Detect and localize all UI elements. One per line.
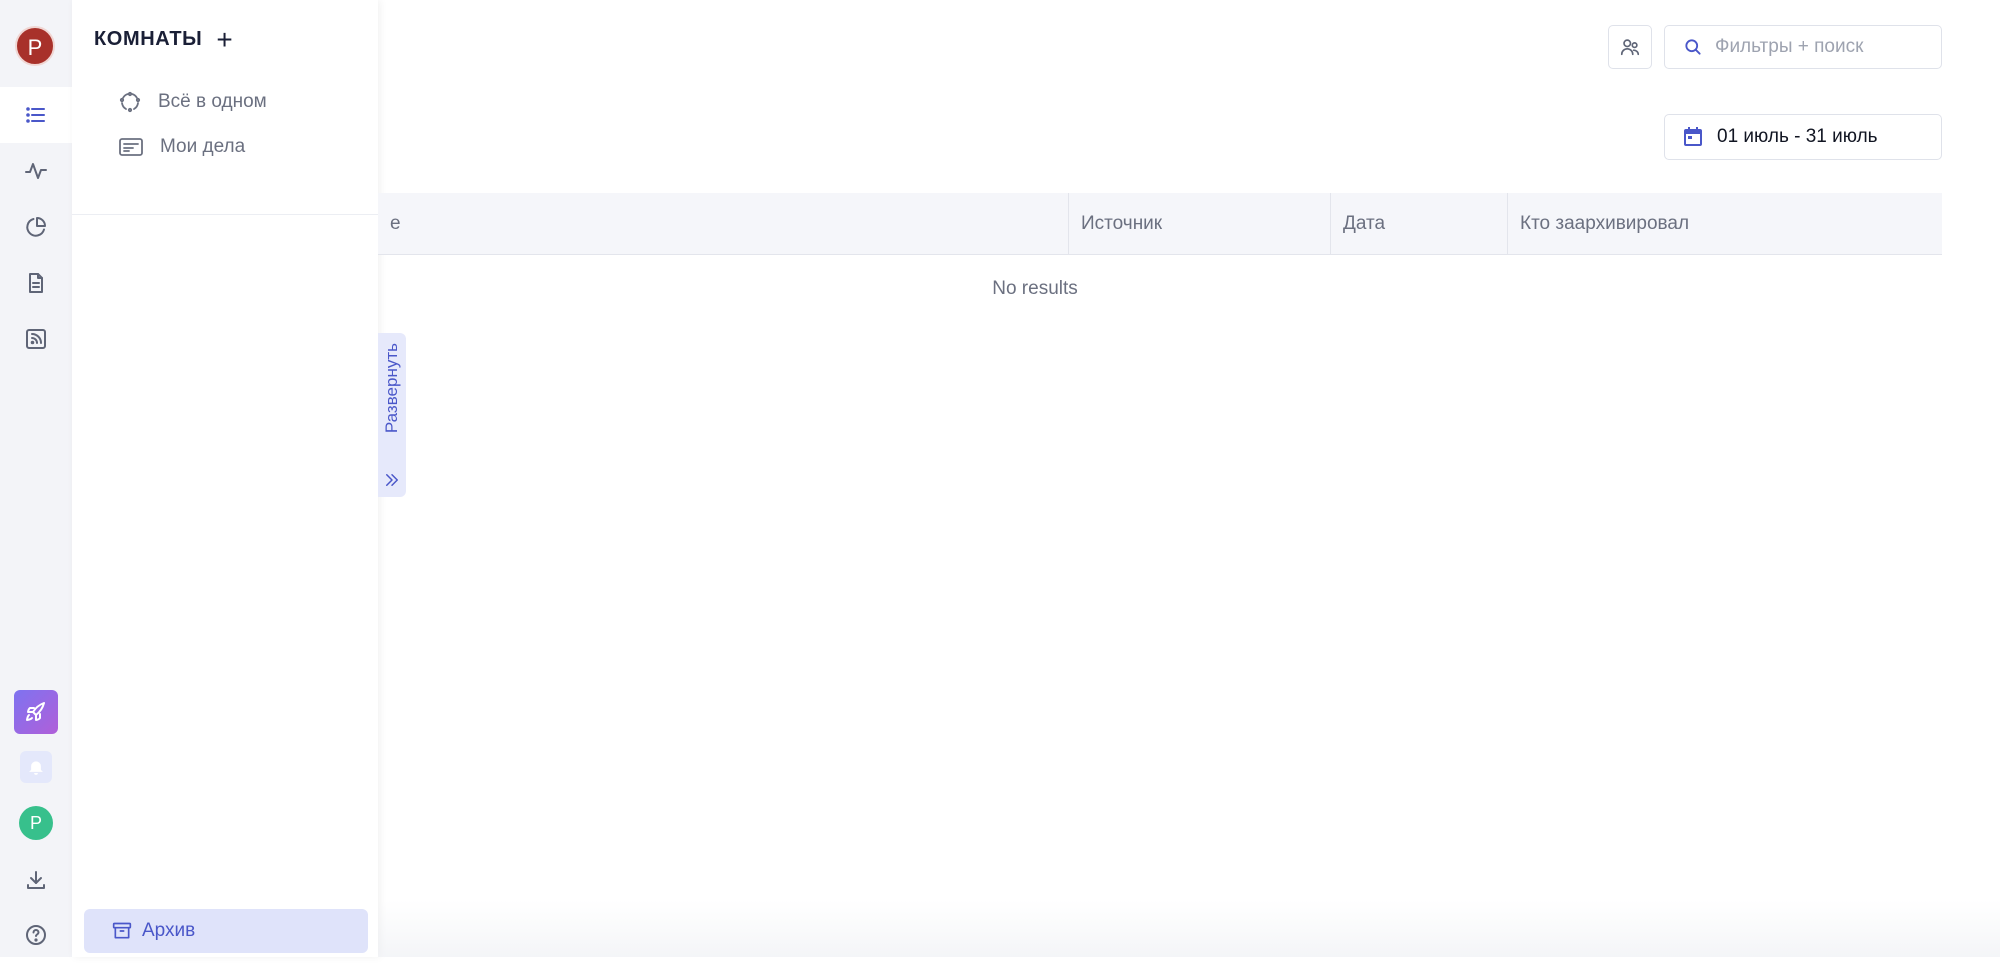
search-input[interactable] [1713, 35, 1917, 59]
launch-button[interactable] [14, 690, 58, 734]
analytics-nav-button[interactable] [0, 199, 72, 255]
column-header-date[interactable]: Дата [1330, 193, 1507, 254]
divider [72, 214, 378, 215]
search-box[interactable] [1664, 25, 1942, 69]
expand-panel-button[interactable]: Развернуть [378, 333, 406, 497]
rooms-header: КОМНАТЫ + [94, 25, 233, 53]
date-range-picker[interactable]: 01 июль - 31 июль [1664, 114, 1942, 160]
all-in-one-icon [119, 91, 141, 113]
list-icon [26, 107, 45, 123]
feed-nav-button[interactable] [0, 311, 72, 367]
activity-icon [25, 163, 47, 179]
activity-nav-button[interactable] [0, 143, 72, 199]
archive-icon [112, 922, 132, 939]
calendar-icon [1684, 127, 1702, 146]
room-label: Всё в одном [158, 91, 267, 112]
double-chevron-right-icon [386, 474, 398, 486]
expand-label: Развернуть [382, 343, 401, 434]
table-header: е Источник Дата Кто заархивировал [378, 193, 1942, 255]
empty-state-text: No results [992, 278, 1078, 299]
rooms-title: КОМНАТЫ [94, 28, 203, 50]
rocket-icon [26, 702, 45, 721]
document-icon [29, 273, 43, 293]
participants-button[interactable] [1608, 25, 1652, 69]
archive-label: Архив [142, 920, 196, 941]
column-header-source[interactable]: Источник [1068, 193, 1330, 254]
help-icon [26, 925, 46, 945]
icon-rail: P P [0, 0, 72, 957]
archive-button[interactable]: Архив [84, 909, 368, 953]
notifications-button[interactable] [20, 751, 52, 783]
pie-chart-icon [26, 217, 46, 237]
search-icon [1685, 39, 1701, 55]
documents-nav-button[interactable] [0, 255, 72, 311]
help-button[interactable] [0, 907, 72, 963]
date-range-value: 01 июль - 31 июль [1717, 126, 1878, 147]
bell-icon [29, 761, 43, 775]
download-icon [27, 871, 45, 889]
rss-icon [26, 329, 46, 349]
bottom-shadow [378, 900, 2000, 957]
list-nav-button[interactable] [0, 87, 72, 143]
room-item-my-tasks[interactable]: Мои дела [118, 135, 245, 159]
user-avatar[interactable]: P [15, 26, 55, 66]
column-header-archived-by[interactable]: Кто заархивировал [1507, 193, 1942, 254]
rooms-panel: КОМНАТЫ + Всё в одном Мои дела Архив [72, 0, 378, 957]
my-tasks-icon [119, 138, 143, 156]
profile-avatar[interactable]: P [19, 806, 53, 840]
column-header-name[interactable]: е [378, 193, 1068, 254]
room-item-all-in-one[interactable]: Всё в одном [118, 90, 267, 114]
add-room-button[interactable]: + [216, 25, 233, 53]
room-label: Мои дела [160, 136, 246, 157]
download-button[interactable] [0, 852, 72, 908]
users-icon [1620, 39, 1640, 56]
